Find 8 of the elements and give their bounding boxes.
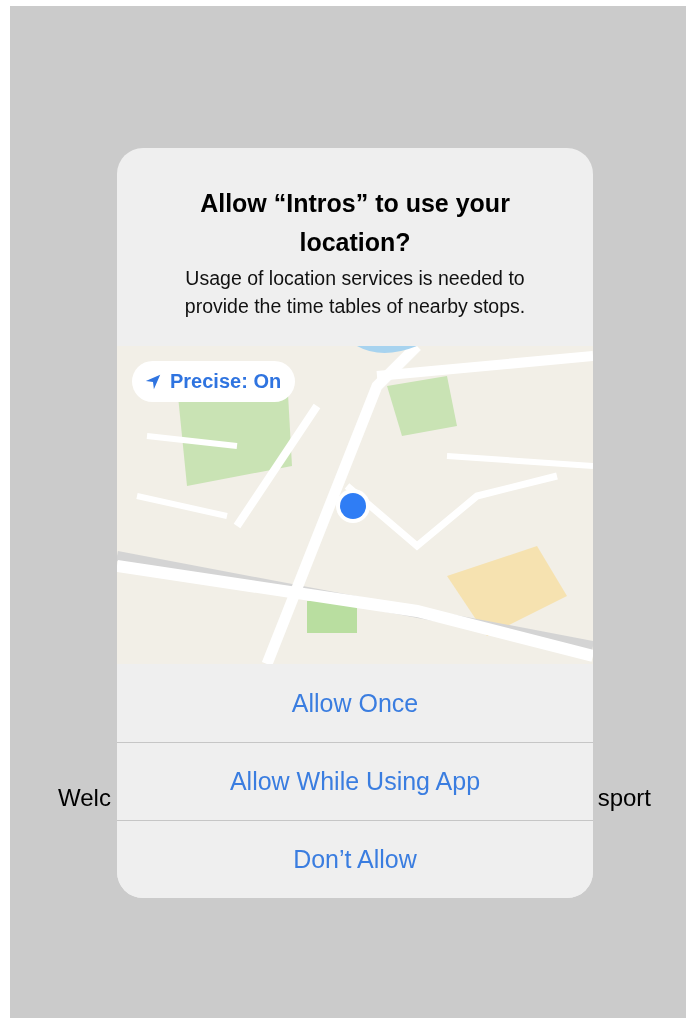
dialog-button[interactable]: Don’t Allow (117, 820, 593, 898)
location-dot-icon (335, 488, 371, 524)
dialog-message: Usage of location services is needed to provide the time tables of nearby stops. (183, 266, 527, 319)
welcome-text-fragment: Welc (58, 784, 111, 812)
dialog-title: Allow “Intros” to use your location? (200, 188, 510, 258)
welcome-text-fragment: sport (597, 784, 651, 812)
location-arrow-icon (144, 372, 162, 391)
precise-location-toggle[interactable]: Precise: On (132, 361, 296, 402)
